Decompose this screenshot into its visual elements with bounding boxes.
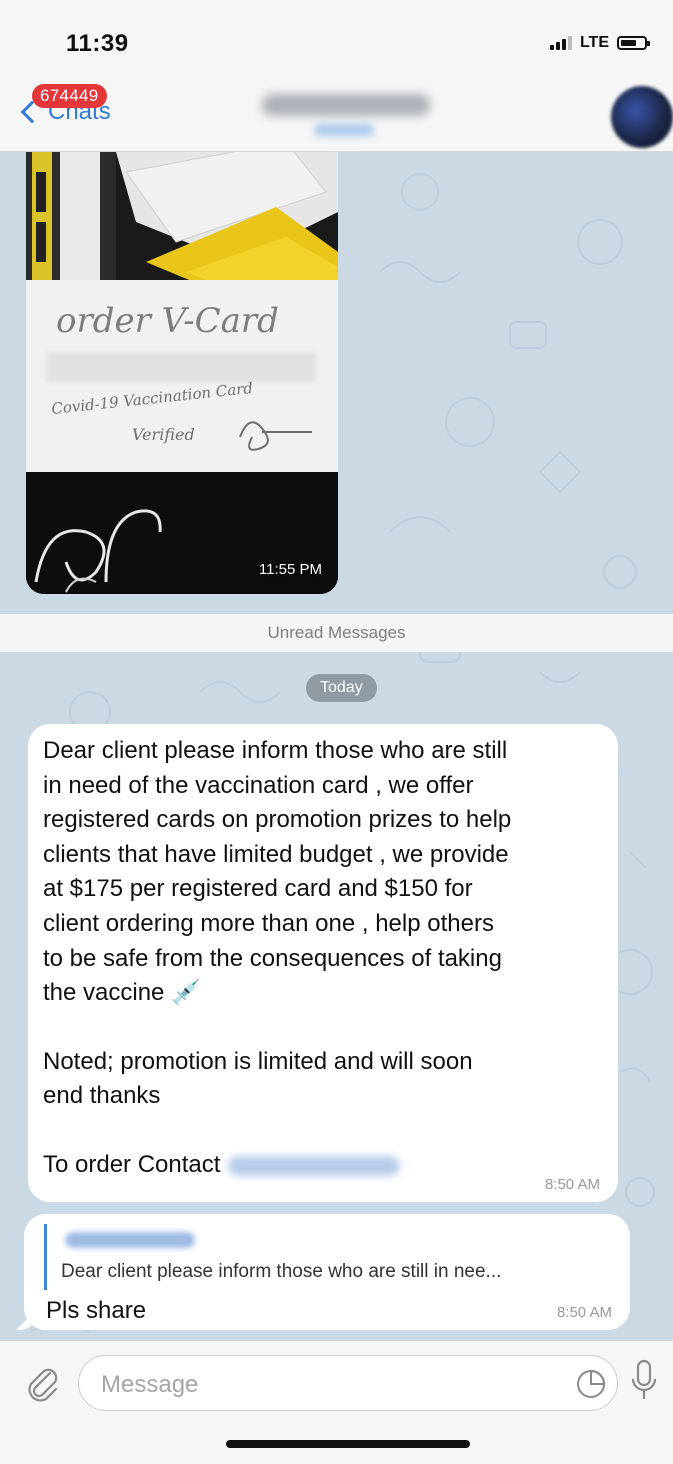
message-paragraph-2: Noted; promotion is limited and will soo… [43, 1047, 473, 1110]
unread-count-badge: 674449 [32, 84, 107, 108]
avatar[interactable] [611, 86, 673, 148]
contact-link-redacted[interactable] [228, 1155, 401, 1176]
signal-icon [549, 36, 572, 50]
reply-message-timestamp: 8:50 AM [556, 1304, 612, 1321]
photo-message[interactable]: order V-Card Covid-19 Vaccination Card V… [26, 152, 338, 594]
photo-timestamp: 11:55 PM [258, 561, 322, 578]
status-bar: 11:39 LTE [0, 0, 673, 80]
paperclip-icon[interactable] [22, 1363, 62, 1403]
handwriting-caption-2: Verified [132, 425, 195, 444]
status-indicators: LTE [549, 34, 650, 52]
microphone-icon[interactable] [630, 1359, 658, 1403]
reply-preview-text: Dear client please inform those who are … [61, 1261, 502, 1282]
status-time: 11:39 [66, 30, 129, 57]
message-input[interactable]: Message [78, 1355, 618, 1411]
battery-icon [617, 36, 650, 50]
chat-subtitle-redacted [314, 124, 374, 136]
message-bubble[interactable]: Dear client please inform those who are … [28, 724, 618, 1202]
reply-quote[interactable]: Dear client please inform those who are … [44, 1224, 614, 1290]
date-separator: Today [306, 674, 377, 702]
message-placeholder: Message [101, 1371, 199, 1398]
chat-area[interactable]: order V-Card Covid-19 Vaccination Card V… [0, 152, 673, 1340]
order-contact-label: To order Contact [43, 1150, 221, 1178]
network-type: LTE [579, 34, 609, 51]
reply-message-bubble[interactable]: Dear client please inform those who are … [16, 1214, 630, 1330]
home-indicator [226, 1440, 470, 1448]
reply-message-text: Pls share [46, 1297, 147, 1324]
sticker-icon[interactable] [575, 1368, 607, 1400]
message-timestamp: 8:50 AM [544, 1176, 600, 1193]
vaccination-card-photo: order V-Card Covid-19 Vaccination Card V… [26, 152, 338, 594]
message-paragraph-3: To order Contact [43, 1148, 598, 1183]
unread-messages-divider: Unread Messages [0, 614, 673, 652]
reply-sender-redacted [65, 1232, 195, 1248]
handwriting-order: order V-Card [56, 301, 279, 341]
chat-title-redacted[interactable] [262, 94, 430, 116]
message-paragraph-1: Dear client please inform those who are … [43, 737, 512, 1007]
chat-header: Chats 674449 [0, 80, 673, 152]
